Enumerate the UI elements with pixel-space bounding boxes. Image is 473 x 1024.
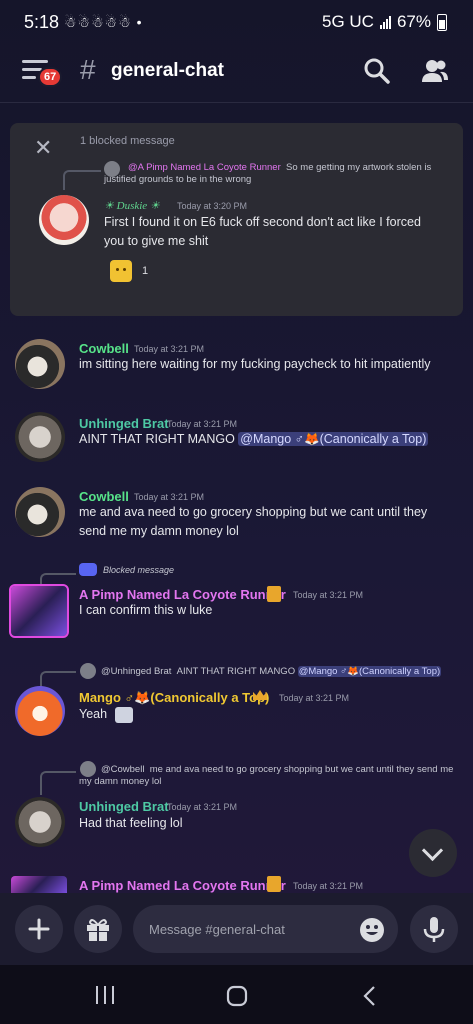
discord-icon <box>79 563 97 576</box>
gift-button[interactable] <box>74 905 122 953</box>
sticker-emoji-icon <box>114 706 133 723</box>
message-text: Yeah <box>79 705 449 724</box>
status-time: 5:18 <box>24 12 60 32</box>
user-mention[interactable]: @Mango ♂🦊(Canonically a Top) <box>238 432 429 446</box>
scroll-down-button[interactable] <box>409 829 457 877</box>
message-time: Today at 3:21 PM <box>279 693 350 703</box>
channel-hash-icon: # <box>80 54 96 85</box>
message-author[interactable]: Unhinged Brat <box>79 416 169 431</box>
message-author[interactable]: Cowbell <box>79 489 129 504</box>
message-author[interactable]: Unhinged Brat <box>79 799 169 814</box>
role-icon <box>267 876 281 892</box>
unread-badge: 67 <box>38 67 63 87</box>
blocked-message-card: ✕ 1 blocked message @A Pimp Named La Coy… <box>10 123 463 316</box>
gift-icon <box>87 919 109 941</box>
message-text: Had that feeling lol <box>79 816 183 830</box>
message-composer <box>0 893 473 965</box>
message-author[interactable]: Mango ♂🦊(Canonically a Top) <box>79 690 269 706</box>
reply-preview[interactable]: @A Pimp Named La Coyote Runner So me get… <box>104 162 434 186</box>
close-icon[interactable]: ✕ <box>34 135 52 161</box>
message-text: im sitting here waiting for my fucking p… <box>79 357 431 371</box>
avatar[interactable] <box>11 876 67 894</box>
channel-title[interactable]: general-chat <box>111 60 224 82</box>
message-text: First I found it on E6 fuck off second d… <box>104 215 421 248</box>
avatar[interactable] <box>9 584 69 638</box>
system-nav-bar <box>0 965 473 1024</box>
attach-button[interactable] <box>15 905 63 953</box>
avatar[interactable] <box>15 412 65 462</box>
message-author[interactable]: A Pimp Named La Coyote Runner <box>79 587 286 602</box>
reply-preview[interactable]: @Unhinged Brat AINT THAT RIGHT MANGO @Ma… <box>101 666 451 678</box>
network-label: 5G UC <box>322 12 374 31</box>
message-time: Today at 3:21 PM <box>134 344 205 354</box>
avatar[interactable] <box>15 686 65 736</box>
message-text: AINT THAT RIGHT MANGO @Mango ♂🦊(Canonica… <box>79 432 429 446</box>
reaction-chip[interactable]: 1 <box>110 260 148 282</box>
message-time: Today at 3:21 PM <box>167 802 238 812</box>
message-text: me and ava need to go grocery shopping b… <box>79 505 428 538</box>
signal-icon <box>379 15 391 29</box>
notification-icons: ☃☃☃☃☃ • <box>64 14 143 30</box>
reply-preview[interactable]: @Cowbell me and ava need to go grocery s… <box>79 764 454 788</box>
avatar[interactable] <box>15 339 65 389</box>
message-time: Today at 3:20 PM <box>177 201 248 211</box>
reply-avatar <box>80 663 96 679</box>
message-author[interactable]: Cowbell <box>79 341 129 356</box>
reaction-count: 1 <box>142 265 149 277</box>
message-time: Today at 3:21 PM <box>167 419 238 429</box>
role-icon <box>267 586 281 602</box>
reply-connector <box>63 170 101 190</box>
message-time: Today at 3:21 PM <box>293 881 364 891</box>
message-time: Today at 3:21 PM <box>293 590 364 600</box>
status-bar: 5:18 ☃☃☃☃☃ • 5G UC 67% <box>0 0 473 44</box>
avatar[interactable] <box>15 487 65 537</box>
status-right: 5G UC 67% <box>322 12 447 32</box>
avatar[interactable] <box>39 195 89 245</box>
battery-label: 67% <box>396 12 431 31</box>
battery-icon <box>437 13 447 31</box>
nav-back-icon[interactable] <box>362 985 378 1007</box>
avatar[interactable] <box>15 797 65 847</box>
channel-header: 67 # general-chat <box>0 44 473 103</box>
search-icon[interactable] <box>362 56 392 86</box>
mic-icon <box>423 917 445 942</box>
emoji-icon[interactable] <box>359 917 385 943</box>
blocked-reply-label[interactable]: Blocked message <box>79 563 174 576</box>
message-text: I can confirm this w luke <box>79 603 213 617</box>
nav-recents-icon[interactable] <box>94 985 116 1005</box>
reply-connector <box>40 771 76 795</box>
message-author[interactable]: A Pimp Named La Coyote Runner <box>79 878 286 893</box>
message-time: Today at 3:21 PM <box>134 492 205 502</box>
voice-button[interactable] <box>410 905 458 953</box>
message-author[interactable]: ☀ Duskie ☀ <box>104 199 160 212</box>
plus-icon <box>28 918 50 940</box>
members-icon[interactable] <box>420 56 450 86</box>
scream-emoji-icon <box>110 260 132 282</box>
nav-home-icon[interactable] <box>226 985 248 1007</box>
blocked-count-label: 1 blocked message <box>80 135 175 147</box>
